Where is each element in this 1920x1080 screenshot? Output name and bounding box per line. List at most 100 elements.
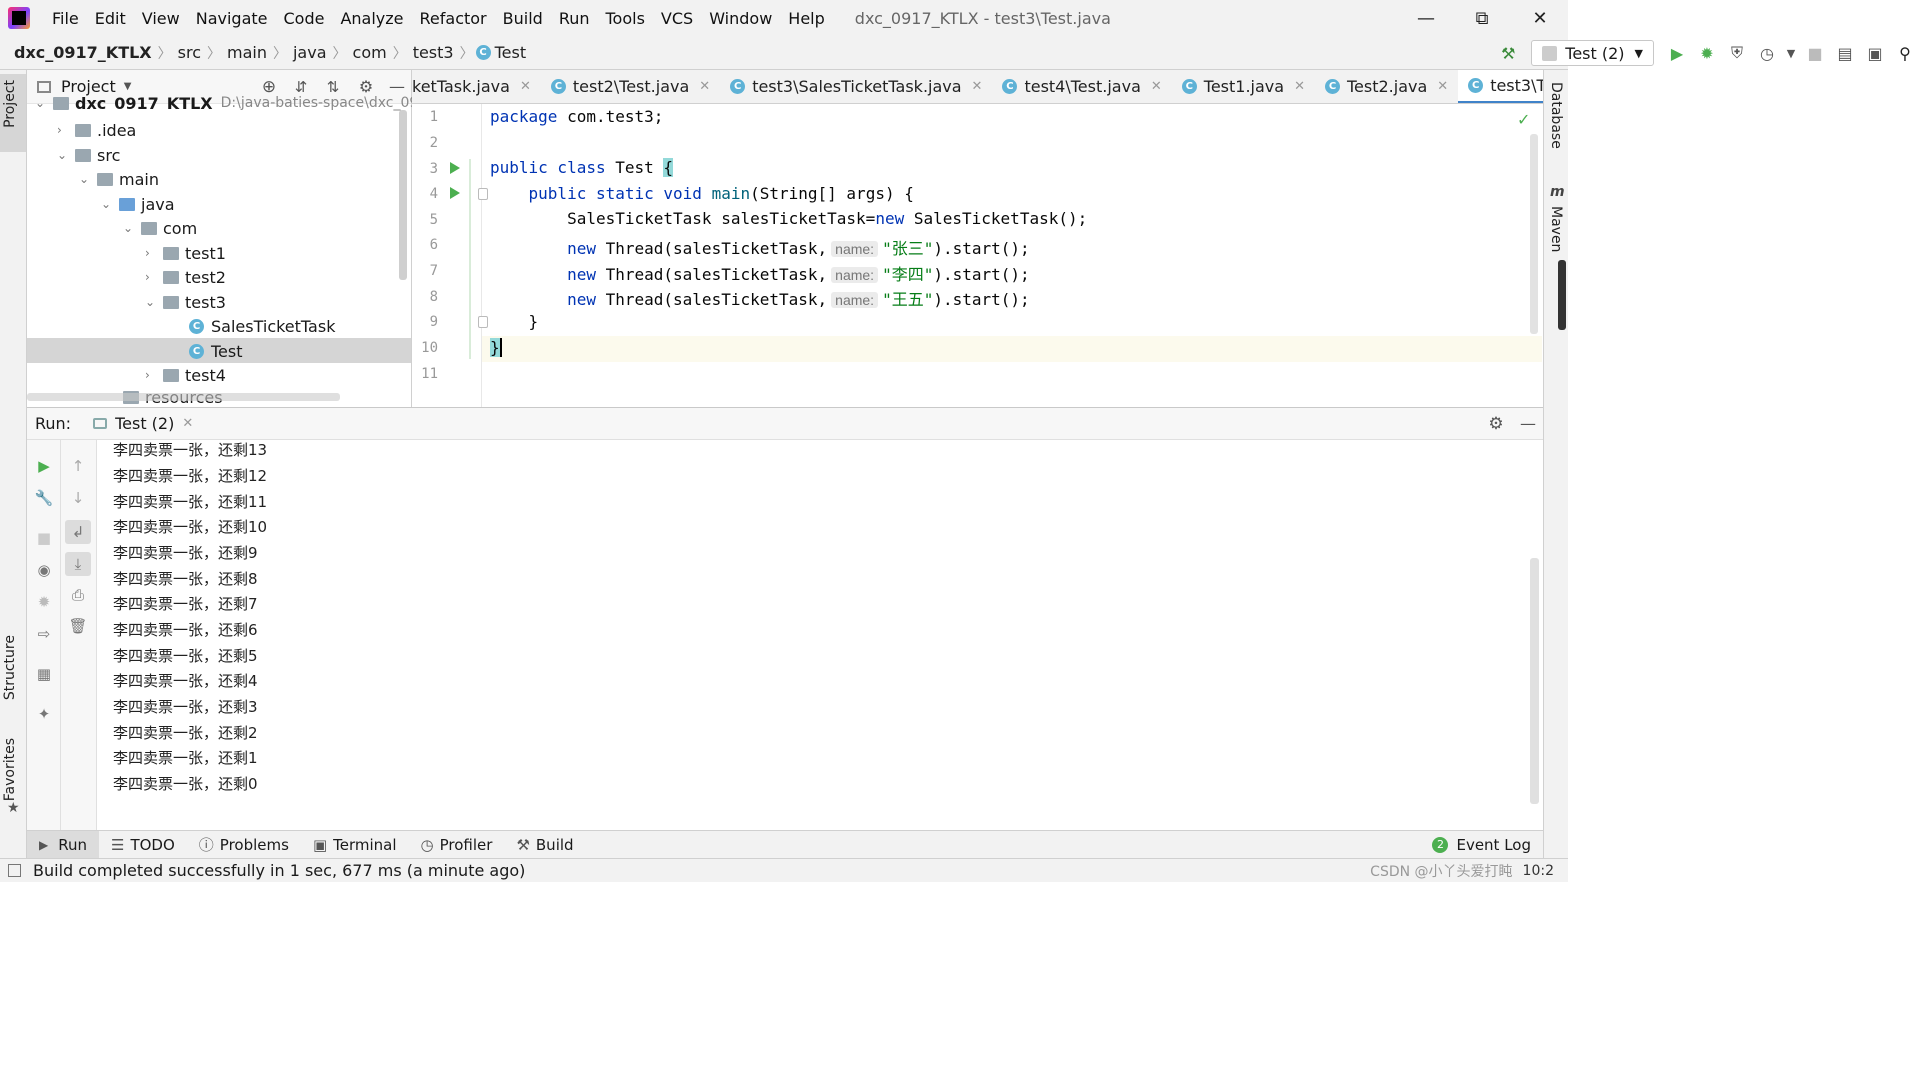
restore-icon[interactable]: ⧉: [1454, 0, 1510, 36]
fold-icon[interactable]: [478, 188, 488, 200]
run-gutter-icon[interactable]: [450, 187, 460, 199]
tab-test4-test[interactable]: Ctest4\Test.java ✕: [992, 70, 1171, 103]
breadcrumb-test3[interactable]: test3: [409, 43, 458, 62]
print-icon[interactable]: ⎙: [68, 585, 88, 605]
hide-panel-icon[interactable]: —: [1513, 414, 1543, 433]
chevron-down-icon[interactable]: ▼: [124, 81, 132, 92]
arrow-up-icon[interactable]: ↑: [68, 456, 88, 476]
bottom-tab-run[interactable]: ▶ Run: [27, 830, 99, 859]
code-editor[interactable]: 1 2 3 4 5 6 7 8 9 10 11 package com.test…: [412, 104, 1543, 407]
breadcrumb-project[interactable]: dxc_0917_KTLX: [10, 43, 156, 62]
menu-refactor[interactable]: Refactor: [412, 9, 495, 28]
terminal-window-icon[interactable]: ▣: [1860, 39, 1890, 67]
login-icon[interactable]: ⇨: [34, 624, 54, 644]
horizontal-scrollbar[interactable]: [27, 393, 340, 401]
run-config-dropdown[interactable]: Test (2) ▼: [1531, 40, 1654, 66]
close-tab-icon[interactable]: ✕: [182, 416, 193, 431]
locate-icon[interactable]: ⊕: [253, 77, 285, 97]
close-tab-icon[interactable]: ✕: [1437, 79, 1448, 94]
tab-test2[interactable]: C Test2.java ✕: [1315, 70, 1458, 103]
tree-item-salesticketask[interactable]: C SalesTicketTask: [189, 314, 335, 338]
project-structure-icon[interactable]: ▤: [1830, 39, 1860, 67]
breadcrumb-test[interactable]: Test: [491, 43, 531, 62]
menu-window[interactable]: Window: [701, 9, 780, 28]
maven-tool-label[interactable]: Maven: [1548, 206, 1564, 252]
minimize-icon[interactable]: —: [1398, 0, 1454, 36]
vertical-scrollbar[interactable]: [399, 110, 407, 280]
menu-help[interactable]: Help: [780, 9, 832, 28]
menu-analyze[interactable]: Analyze: [332, 9, 411, 28]
menu-tools[interactable]: Tools: [598, 9, 653, 28]
rerun-icon[interactable]: ▶: [34, 456, 54, 476]
layout-icon[interactable]: ▦: [34, 664, 54, 684]
hammer-build-icon[interactable]: ⚒: [1493, 39, 1523, 67]
coverage-icon[interactable]: ⛨: [1722, 39, 1752, 67]
menu-view[interactable]: View: [134, 9, 188, 28]
search-icon[interactable]: ⚲: [1890, 39, 1920, 67]
close-tab-icon[interactable]: ✕: [520, 79, 531, 94]
tab-salesticketask-partial[interactable]: ketTask.java ✕: [412, 70, 541, 103]
pin-icon[interactable]: ✦: [34, 704, 54, 724]
close-tab-icon[interactable]: ✕: [972, 79, 983, 94]
tree-item-com[interactable]: ⌄ com: [123, 216, 197, 240]
profile-icon[interactable]: ◷: [1752, 39, 1782, 67]
stop-icon[interactable]: ■: [1800, 39, 1830, 67]
run-tab-label[interactable]: Test (2): [115, 414, 174, 433]
bottom-tab-profiler[interactable]: ◷ Profiler: [409, 831, 505, 859]
breadcrumb-src[interactable]: src: [174, 43, 205, 62]
tree-item-test4[interactable]: › test4: [145, 363, 226, 387]
trash-icon[interactable]: 🗑: [68, 616, 88, 636]
collapse-all-icon[interactable]: ⇅: [317, 78, 349, 96]
project-panel-title[interactable]: Project: [61, 77, 116, 96]
run-icon[interactable]: ▶: [1662, 39, 1692, 67]
wrench-icon[interactable]: 🔧: [34, 488, 54, 508]
tree-item-idea[interactable]: › .idea: [57, 118, 136, 142]
menu-build[interactable]: Build: [495, 9, 551, 28]
breadcrumb-main[interactable]: main: [223, 43, 271, 62]
menu-file[interactable]: File: [44, 9, 87, 28]
tree-item-src[interactable]: ⌄ src: [57, 143, 120, 167]
structure-tool-label[interactable]: Structure: [2, 635, 18, 700]
soft-wrap-icon[interactable]: ↲: [65, 520, 91, 544]
tree-item-test[interactable]: C Test: [189, 339, 243, 363]
favorites-tool-label[interactable]: Favorites: [2, 738, 18, 801]
stop-icon[interactable]: ■: [34, 528, 54, 548]
tab-test2-test[interactable]: Ctest2\Test.java ✕: [541, 70, 720, 103]
tree-item-java[interactable]: ⌄ java: [101, 192, 175, 216]
bottom-tab-build[interactable]: ⚒ Build: [504, 831, 585, 859]
bottom-tab-terminal[interactable]: ▣ Terminal: [301, 831, 409, 859]
status-toggle-icon[interactable]: [8, 864, 21, 877]
menu-code[interactable]: Code: [276, 9, 333, 28]
menu-vcs[interactable]: VCS: [653, 9, 701, 28]
bottom-tab-todo[interactable]: ☰ TODO: [99, 831, 187, 859]
menu-run[interactable]: Run: [551, 9, 598, 28]
tree-item-test3[interactable]: ⌄ test3: [145, 290, 226, 314]
hide-panel-icon[interactable]: —: [383, 77, 411, 96]
tree-item-test1[interactable]: › test1: [145, 241, 226, 265]
debug-icon[interactable]: ✹: [34, 592, 54, 612]
menu-navigate[interactable]: Navigate: [188, 9, 276, 28]
project-tool-label[interactable]: Project: [2, 80, 18, 128]
run-gutter-icon[interactable]: [450, 162, 460, 174]
expand-all-icon[interactable]: ⇵: [285, 78, 317, 96]
arrow-down-icon[interactable]: ↓: [68, 488, 88, 508]
tree-root[interactable]: ⌄ dxc_0917_KTLX D:\java-baties-space\dxc…: [35, 95, 436, 111]
caret-position[interactable]: 10:2: [1523, 863, 1554, 879]
close-tab-icon[interactable]: ✕: [699, 79, 710, 94]
more-run-options-icon[interactable]: ▼: [1782, 39, 1800, 67]
breadcrumb-com[interactable]: com: [349, 43, 391, 62]
bottom-tab-problems[interactable]: ⓘ Problems: [187, 831, 301, 859]
debug-icon[interactable]: ✹: [1692, 39, 1722, 67]
console-scrollbar[interactable]: [1530, 558, 1539, 804]
gear-icon[interactable]: ⚙: [1479, 414, 1513, 434]
event-log-button[interactable]: 2 Event Log: [1420, 831, 1543, 859]
scroll-to-end-icon[interactable]: ⤓: [65, 552, 91, 576]
editor-scrollbar[interactable]: [1530, 134, 1538, 334]
tab-test3-test[interactable]: Ctest3\Test.java✕: [1458, 70, 1543, 103]
close-tab-icon[interactable]: ✕: [1151, 79, 1162, 94]
breadcrumb-java[interactable]: java: [289, 43, 331, 62]
tab-test3-salesticketask[interactable]: Ctest3\SalesTicketTask.java ✕: [720, 70, 992, 103]
fold-icon[interactable]: [478, 316, 488, 328]
menu-edit[interactable]: Edit: [87, 9, 134, 28]
tab-test1[interactable]: C Test1.java ✕: [1172, 70, 1315, 103]
